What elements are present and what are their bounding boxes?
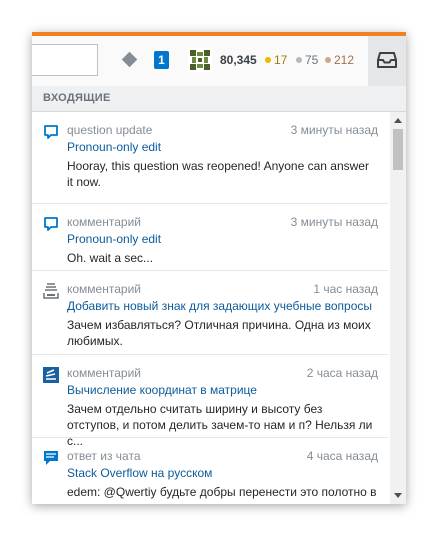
scroll-up-arrow-icon[interactable] [394, 118, 402, 123]
list-item[interactable]: комментарий 1 час назад Добавить новый з… [32, 271, 388, 355]
list-item[interactable]: ответ из чата 4 часа назад Stack Overflo… [32, 438, 388, 504]
gold-badge-count: 17 [274, 53, 288, 67]
inbox-title: ВХОДЯЩИЕ [43, 92, 111, 104]
item-title-link[interactable]: Вычисление координат в матрице [67, 383, 257, 397]
top-bar: 1 80,345 17 75 212 [32, 36, 406, 86]
scrollbar[interactable] [390, 112, 406, 504]
item-time: 3 минуты назад [290, 215, 378, 229]
item-title-link[interactable]: Pronoun-only edit [67, 140, 161, 154]
item-title-link[interactable]: Stack Overflow на русском [67, 466, 212, 480]
bronze-badge-count: 212 [334, 53, 355, 67]
item-time: 4 часа назад [306, 449, 378, 463]
item-type: комментарий [67, 282, 141, 296]
inbox-list[interactable]: question update 3 минуты назад Pronoun-o… [32, 112, 406, 504]
stackoverflow-ru-icon [43, 367, 59, 383]
inbox-button[interactable] [368, 36, 406, 86]
review-queue-count[interactable]: 1 [154, 51, 169, 69]
bronze-badge-icon [325, 57, 331, 63]
search-input[interactable] [32, 44, 98, 76]
avatar[interactable] [188, 48, 212, 72]
item-type: question update [67, 123, 153, 137]
item-type: комментарий [67, 215, 141, 229]
scroll-thumb[interactable] [393, 129, 403, 170]
comment-bubble-icon [44, 125, 58, 139]
item-time: 2 часа назад [306, 366, 378, 380]
silver-badges[interactable]: 75 [296, 52, 318, 68]
item-type: ответ из чата [67, 449, 141, 463]
scroll-down-arrow-icon[interactable] [394, 493, 402, 498]
item-time: 1 час назад [313, 282, 378, 296]
silver-badge-count: 75 [305, 53, 319, 67]
item-type: комментарий [67, 366, 141, 380]
stackexchange-meta-icon [43, 283, 59, 299]
item-title-link[interactable]: Pronoun-only edit [67, 232, 161, 246]
list-item[interactable]: комментарий 3 минуты назад Pronoun-only … [32, 204, 388, 271]
item-body: Hooray, this question was reopened! Anyo… [67, 159, 369, 189]
item-body: Зачем избавляться? Отличная причина. Одн… [67, 318, 371, 348]
diamond-icon[interactable] [121, 51, 138, 68]
item-title-link[interactable]: Добавить новый знак для задающих учебные… [67, 299, 372, 313]
list-item[interactable]: комментарий 2 часа назад Вычисление коор… [32, 355, 388, 448]
gold-badges[interactable]: 17 [265, 52, 287, 68]
list-item[interactable]: question update 3 минуты назад Pronoun-o… [32, 112, 388, 204]
inbox-header: ВХОДЯЩИЕ [32, 86, 406, 112]
inbox-dialog: 1 80,345 17 75 212 ВХОДЯЩИЕ question upd… [32, 32, 406, 504]
comment-bubble-icon [44, 217, 58, 231]
reputation-count[interactable]: 80,345 [220, 52, 257, 68]
item-body: Oh. wait a sec... [67, 251, 154, 265]
chat-icon [44, 451, 58, 465]
item-time: 3 минуты назад [290, 123, 378, 137]
bronze-badges[interactable]: 212 [325, 52, 354, 68]
inbox-icon [377, 52, 397, 68]
item-body: edem: @Qwertiy будьте добры перенести эт… [67, 485, 377, 499]
gold-badge-icon [265, 57, 271, 63]
silver-badge-icon [296, 57, 302, 63]
